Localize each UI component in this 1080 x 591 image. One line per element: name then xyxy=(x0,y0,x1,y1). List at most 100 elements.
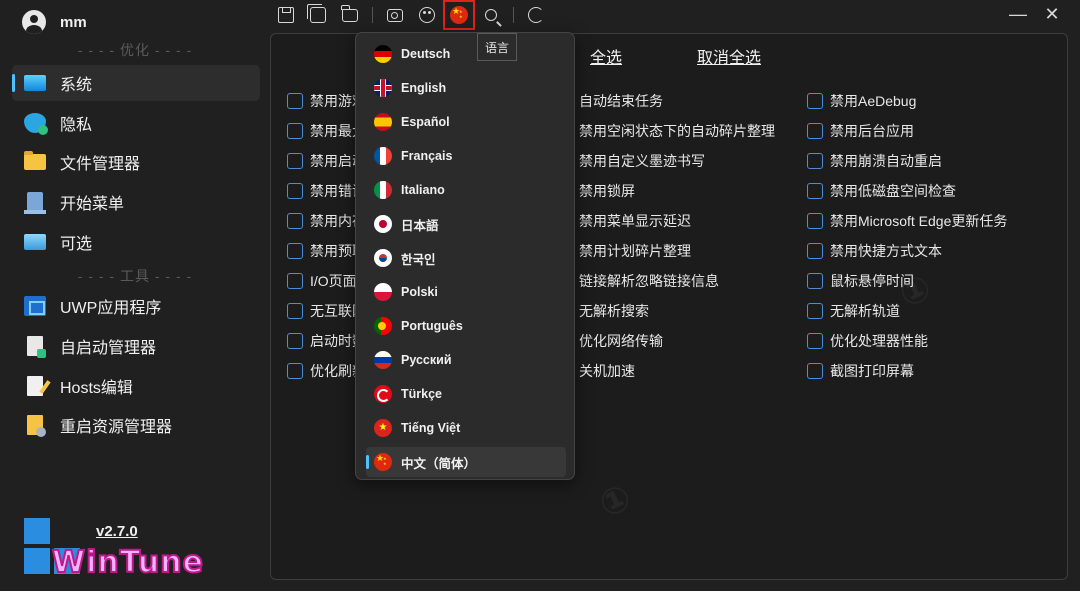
language-option-it[interactable]: Italiano xyxy=(366,175,566,205)
language-option-fr[interactable]: Français xyxy=(366,141,566,171)
language-option-tr[interactable]: Türkçe xyxy=(366,379,566,409)
language-option-ru[interactable]: Русский xyxy=(366,345,566,375)
it-flag-icon xyxy=(374,181,392,199)
minimize-icon: — xyxy=(1009,3,1027,24)
option-row[interactable]: 禁用AeDebug xyxy=(807,91,916,111)
language-label: Español xyxy=(401,115,450,129)
language-option-kr[interactable]: 한국인 xyxy=(366,243,566,273)
option-label: 无解析轨道 xyxy=(830,303,900,319)
kr-flag-icon xyxy=(374,249,392,267)
language-tooltip: 语言 xyxy=(477,33,517,61)
sidebar-item-label: Hosts编辑 xyxy=(60,380,133,397)
deselect-all-link[interactable]: 取消全选 xyxy=(697,44,761,68)
section-label-optimize: - - - - 优化 - - - - xyxy=(77,42,193,58)
option-label: 无解析搜索 xyxy=(579,303,649,319)
sidebar-item-optional[interactable]: 可选 xyxy=(12,224,260,260)
language-label: Türkçe xyxy=(401,387,442,401)
sidebar-item-label: 文件管理器 xyxy=(60,156,141,173)
checkbox[interactable] xyxy=(807,123,823,139)
ru-flag-icon xyxy=(374,351,392,369)
checkbox[interactable] xyxy=(287,333,303,349)
sidebar-item-hosts-edit[interactable]: Hosts编辑 xyxy=(12,368,260,404)
open-folder-button[interactable] xyxy=(334,0,366,30)
checkbox[interactable] xyxy=(287,303,303,319)
language-option-pl[interactable]: Polski xyxy=(366,277,566,307)
option-row[interactable]: 禁用快捷方式文本 xyxy=(807,241,942,261)
search-button[interactable] xyxy=(475,0,507,30)
hosts-edit-icon xyxy=(27,376,43,396)
language-option-en[interactable]: English xyxy=(366,73,566,103)
checkbox[interactable] xyxy=(807,183,823,199)
option-row[interactable]: 禁用Microsoft Edge更新任务 xyxy=(807,211,1007,231)
language-button[interactable] xyxy=(443,0,475,30)
checkbox[interactable] xyxy=(287,243,303,259)
option-row[interactable]: 禁用低磁盘空间检查 xyxy=(807,181,956,201)
option-label: 禁用快捷方式文本 xyxy=(830,243,942,259)
checkbox[interactable] xyxy=(807,243,823,259)
checkbox[interactable] xyxy=(807,273,823,289)
option-row[interactable]: 禁用后台应用 xyxy=(807,121,914,141)
screenshot-button[interactable] xyxy=(379,0,411,30)
option-row[interactable]: 鼠标悬停时间 xyxy=(807,271,914,291)
option-row[interactable]: 截图打印屏幕 xyxy=(807,361,914,381)
option-label: 链接解析忽略链接信息 xyxy=(579,273,719,289)
language-option-jp[interactable]: 日本語 xyxy=(366,209,566,239)
sidebar-item-label: 隐私 xyxy=(60,117,93,134)
sidebar-item-uwp[interactable]: UWP应用程序 xyxy=(12,288,260,324)
sidebar-item-file-manager[interactable]: 文件管理器 xyxy=(12,144,260,180)
option-row[interactable]: 禁用空闲状态下的自动碎片整理 xyxy=(556,121,775,141)
sidebar-item-start-menu[interactable]: 开始菜单 xyxy=(12,184,260,220)
save-button[interactable] xyxy=(270,0,302,30)
language-option-cn[interactable]: 中文（简体） xyxy=(366,447,566,477)
app-logo-text: WinTune xyxy=(51,544,204,581)
option-label: 优化处理器性能 xyxy=(830,333,928,349)
sidebar-item-system[interactable]: 系统 xyxy=(12,65,260,101)
user-profile[interactable]: mm xyxy=(22,10,87,34)
language-label: Tiếng Việt xyxy=(401,421,461,435)
checkbox[interactable] xyxy=(287,213,303,229)
sidebar-item-startup-manager[interactable]: 自启动管理器 xyxy=(12,328,260,364)
checkbox[interactable] xyxy=(807,93,823,109)
option-row[interactable]: 无解析轨道 xyxy=(807,301,900,321)
start-menu-icon xyxy=(24,192,46,214)
option-label: 禁用崩溃自动重启 xyxy=(830,153,942,169)
checkbox[interactable] xyxy=(287,183,303,199)
language-option-pt[interactable]: Português xyxy=(366,311,566,341)
save-all-button[interactable] xyxy=(302,0,334,30)
option-row[interactable]: 优化处理器性能 xyxy=(807,331,928,351)
sidebar-item-label: UWP应用程序 xyxy=(60,300,162,317)
option-row[interactable]: 链接解析忽略链接信息 xyxy=(556,271,719,291)
checkbox[interactable] xyxy=(807,153,823,169)
sidebar-item-privacy[interactable]: 隐私 xyxy=(12,105,260,141)
theme-button[interactable] xyxy=(411,0,443,30)
screenshot-icon xyxy=(387,8,403,22)
checkbox[interactable] xyxy=(287,363,303,379)
checkbox[interactable] xyxy=(807,303,823,319)
language-dropdown: Deutsch English Español Français Italiano 日本語… xyxy=(355,32,575,480)
language-option-es[interactable]: Español xyxy=(366,107,566,137)
sidebar-item-label: 自启动管理器 xyxy=(60,340,157,357)
toolbar-divider xyxy=(513,7,514,23)
minimize-button[interactable]: — xyxy=(1000,0,1036,28)
checkbox[interactable] xyxy=(807,213,823,229)
checkbox[interactable] xyxy=(287,153,303,169)
checkbox[interactable] xyxy=(287,93,303,109)
language-option-de[interactable]: Deutsch xyxy=(366,39,566,69)
option-row[interactable]: 禁用崩溃自动重启 xyxy=(807,151,942,171)
close-button[interactable]: ✕ xyxy=(1034,0,1070,28)
sidebar-item-restart-explorer[interactable]: 重启资源管理器 xyxy=(12,407,260,443)
option-row[interactable]: 禁用自定义墨迹书写 xyxy=(556,151,705,171)
sidebar-item-label: 重启资源管理器 xyxy=(60,419,173,436)
checkbox[interactable] xyxy=(807,363,823,379)
language-option-vn[interactable]: ★ Tiếng Việt xyxy=(366,413,566,443)
language-label: Português xyxy=(401,319,463,333)
checkbox[interactable] xyxy=(807,333,823,349)
checkbox[interactable] xyxy=(287,273,303,289)
option-row[interactable]: 禁用菜单显示延迟 xyxy=(556,211,691,231)
refresh-button[interactable] xyxy=(520,0,552,30)
option-row[interactable]: 禁用计划碎片整理 xyxy=(556,241,691,261)
version-link[interactable]: v2.7.0 xyxy=(96,523,138,540)
checkbox[interactable] xyxy=(287,123,303,139)
restart-explorer-icon xyxy=(27,415,46,437)
select-all-link[interactable]: 全选 xyxy=(590,44,622,68)
